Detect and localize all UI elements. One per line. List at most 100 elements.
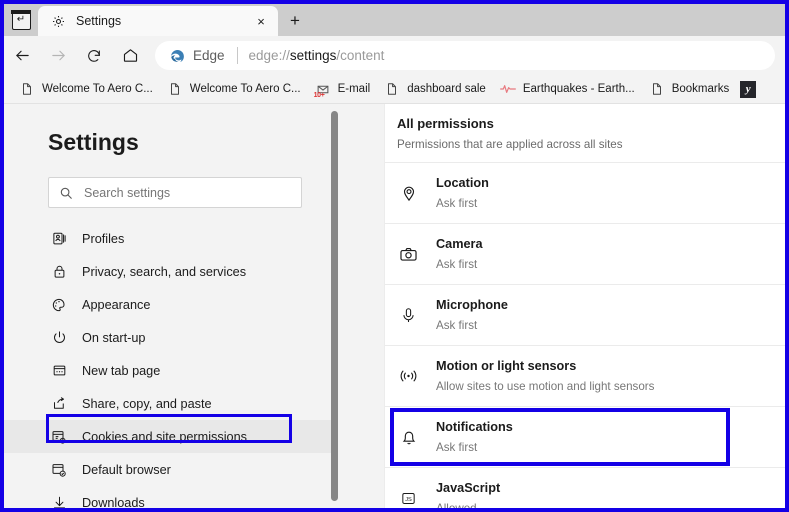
dark-square-favicon: y: [740, 80, 757, 98]
bell-icon: [398, 427, 419, 448]
sidebar-item-label: New tab page: [82, 363, 161, 378]
bookmark-label: Bookmarks: [671, 83, 730, 95]
permission-status: Allow sites to use motion and light sens…: [436, 380, 655, 393]
bookmark-item[interactable]: Welcome To Aero C...: [12, 77, 160, 101]
search-icon: [59, 186, 73, 200]
sidebar-item-downloads[interactable]: Downloads: [4, 486, 336, 510]
page-icon: [384, 81, 400, 97]
refresh-icon: [86, 48, 102, 64]
section-title: All permissions: [397, 116, 494, 131]
section-subtitle: Permissions that are applied across all …: [397, 138, 623, 151]
home-button[interactable]: [112, 40, 148, 72]
permission-status: Ask first: [436, 197, 478, 210]
permission-title: JavaScript: [436, 481, 501, 495]
location-icon: [398, 183, 419, 204]
bookmark-label: Welcome To Aero C...: [189, 83, 301, 95]
sidebar-item-on-startup[interactable]: On start-up: [4, 321, 336, 354]
sensors-icon: [398, 366, 419, 387]
javascript-icon: JS: [398, 488, 419, 509]
sidebar-item-label: Profiles: [82, 231, 125, 246]
lock-icon: [50, 263, 68, 281]
omnibox-brand-label: Edge: [193, 48, 225, 63]
microphone-icon: [398, 305, 419, 326]
cookies-icon: [50, 428, 68, 446]
sidebar-item-label: Share, copy, and paste: [82, 396, 212, 411]
back-arrow-icon: [14, 47, 31, 64]
tab-settings[interactable]: Settings ×: [38, 6, 278, 36]
permission-title: Notifications: [436, 420, 513, 434]
page-icon: [167, 81, 183, 97]
omnibox-url-prefix: edge://: [248, 48, 290, 63]
permission-status: Ask first: [436, 258, 478, 271]
permission-text: JavaScript Allowed: [436, 481, 500, 508]
sidebar-item-default-browser[interactable]: Default browser: [4, 453, 336, 486]
sidebar-item-label: Appearance: [82, 297, 151, 312]
permission-row-location[interactable]: Location Ask first: [385, 163, 785, 224]
search-input[interactable]: Search settings: [48, 177, 302, 208]
bookmark-item-overflow[interactable]: y: [736, 77, 760, 101]
permission-status: Ask first: [436, 319, 478, 332]
bookmark-item-email[interactable]: 10+ E-mail: [308, 77, 378, 101]
sidebar-item-profiles[interactable]: Profiles: [4, 222, 336, 255]
forward-button[interactable]: [40, 40, 76, 72]
refresh-button[interactable]: [76, 40, 112, 72]
sidebar-item-label: Default browser: [82, 462, 171, 477]
permission-title: Location: [436, 176, 489, 190]
edge-logo-icon: [169, 47, 186, 64]
camera-icon: [398, 244, 419, 265]
forward-arrow-icon: [50, 47, 67, 64]
back-button[interactable]: [4, 40, 40, 72]
new-tab-button[interactable]: +: [278, 6, 312, 36]
address-bar[interactable]: Edge edge://settings/content: [155, 41, 775, 70]
palette-icon: [50, 296, 68, 314]
settings-page: Settings Search settings Profiles Privac…: [4, 104, 785, 508]
permission-text: Notifications Ask first: [436, 420, 513, 454]
bookmark-item[interactable]: dashboard sale: [377, 77, 493, 101]
permission-row-notifications[interactable]: Notifications Ask first: [385, 407, 785, 468]
bookmark-item-earthquakes[interactable]: Earthquakes - Earth...: [493, 77, 642, 101]
bookmark-label: E-mail: [337, 83, 371, 95]
permission-title: Microphone: [436, 298, 508, 312]
permission-row-camera[interactable]: Camera Ask first: [385, 224, 785, 285]
sidebar-item-cookies-and-site-permissions[interactable]: Cookies and site permissions: [4, 420, 336, 453]
power-icon: [50, 329, 68, 347]
page-icon: [19, 81, 35, 97]
page-icon: [649, 81, 665, 97]
defaultbrowser-icon: [50, 461, 68, 479]
bookmark-item[interactable]: Welcome To Aero C...: [160, 77, 308, 101]
sidebar-item-appearance[interactable]: Appearance: [4, 288, 336, 321]
search-placeholder: Search settings: [84, 185, 171, 200]
sidebar-item-label: Cookies and site permissions: [82, 429, 248, 444]
tab-actions-button[interactable]: [4, 4, 38, 36]
tab-strip: Settings × +: [4, 4, 785, 36]
omnibox-url-suffix: /content: [336, 48, 385, 63]
settings-nav-list: Profiles Privacy, search, and services A…: [4, 222, 384, 510]
download-icon: [50, 494, 68, 508]
sidebar-item-new-tab-page[interactable]: New tab page: [4, 354, 336, 387]
svg-text:JS: JS: [405, 496, 412, 502]
sidebar-item-label: Downloads: [82, 495, 145, 510]
permission-status: Ask first: [436, 441, 478, 454]
newtab-icon: [50, 362, 68, 380]
tab-pin-icon: [10, 9, 32, 30]
close-icon[interactable]: ×: [250, 10, 272, 32]
scrollbar-thumb[interactable]: [331, 111, 338, 501]
sidebar-item-label: On start-up: [82, 330, 146, 345]
browser-window: Settings × +: [0, 0, 789, 512]
permission-text: Motion or light sensors Allow sites to u…: [436, 359, 654, 393]
unread-badge: 10+: [313, 92, 325, 99]
favicon-glyph: y: [740, 80, 757, 98]
bookmark-label: Earthquakes - Earth...: [522, 83, 635, 95]
permission-row-javascript[interactable]: JS JavaScript Allowed: [385, 468, 785, 508]
home-icon: [122, 47, 139, 64]
sidebar-scrollbar[interactable]: [331, 111, 339, 501]
settings-sidebar: Settings Search settings Profiles Privac…: [4, 104, 385, 508]
permission-text: Camera Ask first: [436, 237, 483, 271]
permission-row-microphone[interactable]: Microphone Ask first: [385, 285, 785, 346]
sidebar-item-share-copy-paste[interactable]: Share, copy, and paste: [4, 387, 336, 420]
permission-row-motion-or-light-sensors[interactable]: Motion or light sensors Allow sites to u…: [385, 346, 785, 407]
sidebar-item-privacy[interactable]: Privacy, search, and services: [4, 255, 336, 288]
mail-icon: 10+: [313, 81, 331, 99]
bookmark-item[interactable]: Bookmarks: [642, 77, 737, 101]
pulse-icon: [499, 81, 516, 97]
